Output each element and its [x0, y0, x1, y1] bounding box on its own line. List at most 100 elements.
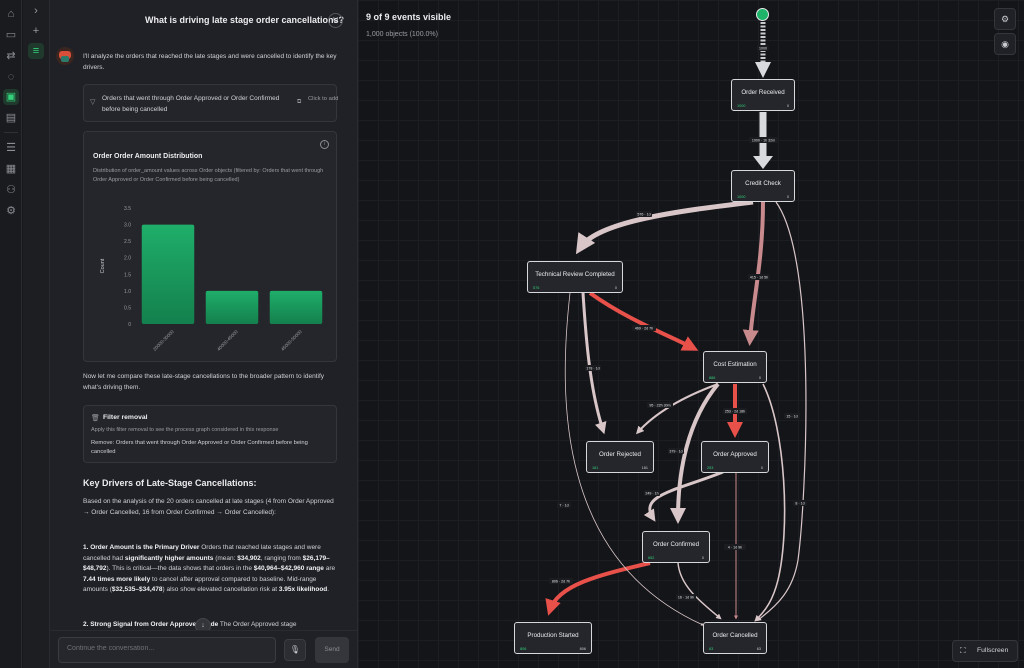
node-label: Credit Check: [745, 180, 781, 187]
emphasis: significantly higher amounts: [124, 554, 214, 562]
svg-text:95 · 22h 30m: 95 · 22h 30m: [649, 404, 670, 408]
analysis-text: Based on the analysis of the 20 orders c…: [83, 498, 334, 516]
bar-chart: 0 0.5 1.0 1.5 2.0 2.5 3.0 3.5 Count 20000-30000 40…: [100, 206, 323, 352]
edge-label-tech-rejected: 178 · 1d: [585, 365, 601, 371]
fullscreen-button[interactable]: ⛶ Fullscreen: [952, 640, 1018, 662]
message-input[interactable]: [67, 645, 267, 652]
node-count: 181: [592, 466, 599, 470]
bar[interactable]: [205, 290, 259, 324]
edge-cost-cancelled: [754, 383, 786, 622]
composer: 🎙 Send: [50, 630, 357, 668]
svg-text:8 · 1d: 8 · 1d: [795, 502, 804, 506]
filter-suggestion-card[interactable]: ▽ Orders that went through Order Approve…: [83, 84, 338, 122]
y-tick-label: 1.5: [124, 272, 131, 278]
filter-removal-card[interactable]: 🗑 Filter removal Apply this filter remov…: [83, 405, 337, 463]
svg-text:7 · 1d: 7 · 1d: [559, 504, 568, 508]
edge-layer: 1000 1000 · 1h 32m 576 · 1d 415 · 1d 5h …: [545, 22, 807, 626]
node-technical-review[interactable]: Technical Review Completed 576 0: [527, 261, 623, 293]
transfer-icon[interactable]: ⇄: [3, 48, 19, 64]
assistant-avatar: [56, 47, 74, 65]
filter-icon: ▽: [90, 99, 96, 106]
edge-label-tech-cancelled: 7 · 1d: [557, 502, 571, 508]
bar[interactable]: [269, 290, 323, 324]
bar[interactable]: [141, 224, 195, 324]
node-label: Technical Review Completed: [535, 271, 615, 278]
book-icon[interactable]: ▭: [3, 27, 19, 43]
node-order-rejected[interactable]: Order Rejected 181 181: [586, 441, 654, 473]
edge-confirmed-cancelled: [677, 562, 722, 620]
svg-text:576 · 1d: 576 · 1d: [637, 213, 650, 217]
node-order-cancelled[interactable]: Order Cancelled 63 63: [703, 622, 767, 654]
svg-text:16 · 1d 9h: 16 · 1d 9h: [678, 596, 694, 600]
chat-icon[interactable]: ▣: [3, 89, 19, 105]
user-question: What is driving late stage order cancell…: [145, 15, 345, 25]
y-tick-label: 1.0: [124, 289, 131, 295]
node-count-right: 0: [786, 195, 789, 199]
node-count: 1000: [737, 104, 746, 108]
edge-label-credit-cancelled: 8 · 1d: [793, 500, 807, 506]
removal-subtitle: Apply this filter removal to see the pro…: [91, 427, 279, 433]
amount-distribution-card: i Order Order Amount Distribution Distri…: [83, 131, 337, 362]
edge-label-tech-cost: 469 · 2d 7h: [632, 325, 656, 331]
compare-text: Now let me compare these late-stage canc…: [83, 373, 324, 391]
edge-credit-cost: [742, 201, 765, 346]
arrowhead: [753, 156, 773, 169]
microphone-button[interactable]: 🎙: [284, 639, 306, 661]
node-label: Order Rejected: [599, 451, 641, 458]
home-icon[interactable]: ⌂: [3, 6, 19, 22]
y-tick-label: 2.0: [124, 256, 131, 262]
process-graph[interactable]: 9 of 9 events visible 1,000 objects (100…: [358, 0, 1024, 668]
emphasis: $40,964–$42,960 range: [253, 565, 324, 572]
message-input-box[interactable]: [58, 637, 276, 663]
click-to-add[interactable]: Click to add: [308, 95, 346, 103]
node-order-received[interactable]: Order Received 1000 0: [731, 79, 795, 111]
edge-label-approved-cancelled: 4 · 1d 9h: [724, 544, 746, 550]
node-order-confirmed[interactable]: Order Confirmed 652 0: [642, 531, 710, 563]
bulb-icon[interactable]: ◌: [3, 69, 19, 85]
svg-text:178 · 1d: 178 · 1d: [586, 367, 599, 371]
svg-text:806 · 2d 7h: 806 · 2d 7h: [552, 580, 570, 584]
chevron-right-icon[interactable]: ›: [28, 3, 44, 19]
plus-icon[interactable]: +: [28, 23, 44, 39]
text: are: [323, 565, 336, 572]
node-count-right: 0: [786, 104, 789, 108]
sliders-icon[interactable]: ☰: [3, 140, 19, 156]
send-button[interactable]: Send: [315, 637, 349, 663]
edge-approved-confirmed: [643, 470, 724, 522]
edge-label-confirmed-cancelled: 16 · 1d 9h: [676, 594, 696, 600]
node-count: 806: [520, 647, 527, 651]
point-title: 1. Order Amount is the Primary Driver: [83, 544, 200, 551]
expand-icon: ⛶: [960, 646, 966, 655]
grid-icon[interactable]: ▦: [3, 161, 19, 177]
users-icon[interactable]: ⚇: [3, 182, 19, 198]
removal-detail: Remove: Orders that went through Order A…: [91, 440, 308, 455]
node-count: 652: [648, 556, 655, 560]
x-tick-label: 45000-50000: [280, 329, 303, 352]
x-tick-label: 40000-45000: [216, 329, 239, 352]
emphasis: 7.44 times more likely: [83, 575, 151, 583]
section-heading: Key Drivers of Late-Stage Cancellations:: [83, 478, 257, 488]
text: ). This is critical—the data shows that …: [106, 565, 254, 572]
node-count: 886: [709, 376, 716, 380]
node-cost-estimation[interactable]: Cost Estimation 886 0: [703, 351, 767, 383]
node-count: 1000: [737, 195, 746, 199]
edge-tech-cost: [588, 291, 699, 351]
edge-label-cost-approved: 253 · 2d 18h: [723, 408, 747, 414]
node-credit-check[interactable]: Credit Check 1000 0: [731, 170, 795, 202]
node-order-approved[interactable]: Order Approved 253 0: [701, 441, 769, 473]
conversation-list-icon[interactable]: ≡: [28, 43, 44, 59]
svg-text:4 · 1d 9h: 4 · 1d 9h: [728, 546, 742, 550]
fullscreen-label: Fullscreen: [977, 647, 1009, 654]
text: The Order Approved stage: [218, 621, 297, 628]
node-label: Cost Estimation: [713, 361, 757, 368]
user-avatar: U: [328, 13, 343, 28]
node-label: Order Cancelled: [712, 632, 758, 639]
node-count-right: 0: [758, 376, 761, 380]
node-count-right: 0: [614, 286, 617, 290]
node-production-started[interactable]: Production Started 806 806: [514, 622, 592, 654]
node-count-right: 181: [641, 466, 648, 470]
start-node[interactable]: [756, 8, 769, 21]
svg-text:1000 · 1h 32m: 1000 · 1h 32m: [752, 139, 775, 143]
chart-icon[interactable]: ▤: [3, 110, 19, 126]
gear-icon[interactable]: ⚙: [3, 203, 19, 219]
